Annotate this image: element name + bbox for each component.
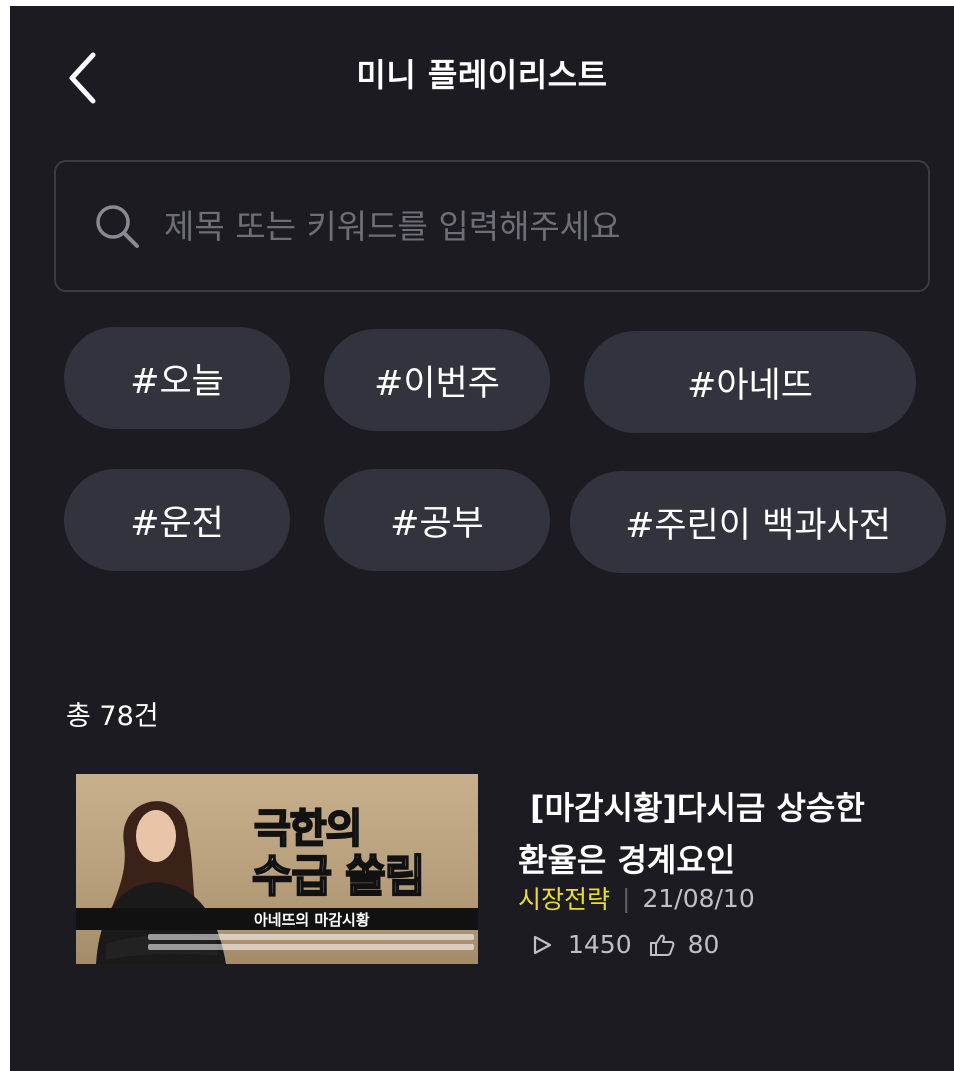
search-icon: [92, 199, 146, 253]
thumbnail-caption: 아네뜨의 마감시황: [76, 908, 478, 930]
view-count: 1450: [568, 930, 632, 959]
result-count: 총 78건: [66, 701, 159, 732]
video-meta: 시장전략 | 21/08/10: [518, 880, 755, 916]
video-stats: 1450 80: [528, 930, 719, 959]
app-screen: 미니 플레이리스트 #오늘 #이번주 #아네뜨 #운전 #공부 #주린이 백과사…: [10, 6, 954, 1071]
tag-study[interactable]: #공부: [324, 469, 550, 571]
tag-this-week[interactable]: #이번주: [324, 329, 550, 431]
search-input[interactable]: [164, 196, 928, 256]
tag-beginner-encyclopedia[interactable]: #주린이 백과사전: [570, 471, 946, 573]
search-bar[interactable]: [54, 160, 930, 292]
like-count: 80: [687, 930, 720, 959]
video-thumbnail[interactable]: 극한의 수급 쏠림 아네뜨의 마감시황: [76, 774, 478, 964]
video-category: 시장전략: [518, 885, 611, 914]
thumbnail-headline-2: 수급 쏠림: [251, 850, 426, 903]
video-title[interactable]: [마감시황]다시금 상승한 환율은 경계요인: [518, 782, 898, 886]
thumbs-up-icon[interactable]: [648, 931, 676, 959]
tag-anette[interactable]: #아네뜨: [584, 331, 916, 433]
thumbnail-disclaimer: [148, 934, 474, 960]
page-title: 미니 플레이리스트: [356, 56, 608, 94]
tag-driving[interactable]: #운전: [64, 469, 290, 571]
tag-today[interactable]: #오늘: [64, 327, 290, 429]
play-icon: [528, 931, 556, 959]
video-date: 21/08/10: [642, 883, 755, 913]
meta-separator: |: [622, 883, 631, 913]
